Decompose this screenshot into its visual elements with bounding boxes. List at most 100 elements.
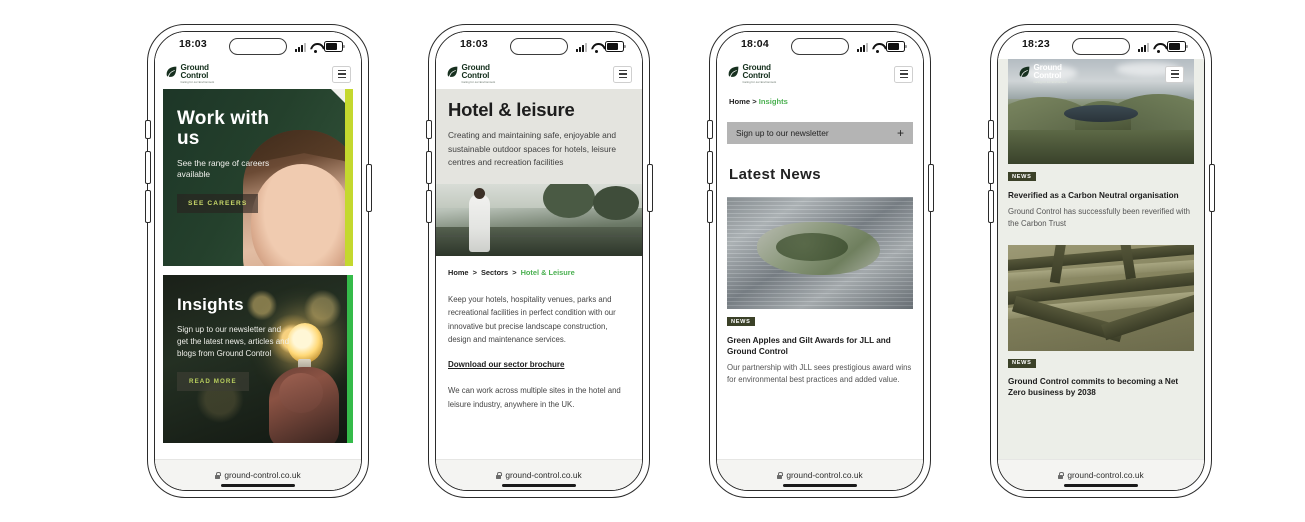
- aerial-rooftop-garden-photo[interactable]: [727, 197, 913, 309]
- volume-up-button[interactable]: [144, 151, 151, 184]
- battery-icon: [324, 41, 345, 52]
- dynamic-island: [229, 38, 287, 55]
- power-button[interactable]: [646, 164, 653, 212]
- home-indicator[interactable]: [783, 484, 857, 487]
- silent-switch-button[interactable]: [987, 120, 994, 139]
- download-brochure-link[interactable]: Download our sector brochure: [448, 360, 564, 369]
- url-text: ground-control.co.uk: [1067, 470, 1144, 480]
- rooftop-garden-shape: [756, 221, 880, 276]
- browser-url-bar[interactable]: ground-control.co.uk: [155, 459, 361, 490]
- volume-up-button[interactable]: [987, 151, 994, 184]
- ground-control-logo[interactable]: Ground Control Caring for our Environmen…: [446, 63, 496, 85]
- hamburger-menu-icon[interactable]: [613, 65, 632, 83]
- hamburger-menu-icon[interactable]: [894, 65, 913, 83]
- body-paragraph-1: Keep your hotels, hospitality venues, pa…: [448, 294, 616, 345]
- article-title[interactable]: Green Apples and Gilt Awards for JLL and…: [727, 335, 913, 357]
- logo-line-2: Control: [180, 71, 209, 81]
- signal-bars-icon: [576, 43, 587, 52]
- bridge-rail: [436, 235, 642, 238]
- home-indicator[interactable]: [221, 484, 295, 487]
- status-bar: 18:03: [436, 32, 642, 59]
- power-button[interactable]: [927, 164, 934, 212]
- volume-down-button[interactable]: [144, 190, 151, 223]
- phone-screen-bezel: 18:03 Ground Control Caring for our Envi…: [435, 31, 643, 491]
- site-header: Ground Control Caring for our Environmen…: [717, 59, 923, 89]
- breadcrumb-current: Insights: [758, 97, 788, 106]
- site-header: Ground Control Caring for our Environmen…: [1008, 59, 1194, 89]
- wifi-icon: [591, 43, 602, 53]
- bridge-layer: [436, 227, 642, 256]
- lime-accent-bar: [345, 89, 353, 266]
- volume-up-button[interactable]: [706, 151, 713, 184]
- home-indicator[interactable]: [1064, 484, 1138, 487]
- volume-down-button[interactable]: [425, 190, 432, 223]
- battery-icon: [1167, 41, 1188, 52]
- newsletter-label: Sign up to our newsletter: [736, 128, 829, 138]
- article-title[interactable]: Ground Control commits to becoming a Net…: [1008, 376, 1194, 398]
- status-time: 18:23: [1022, 38, 1050, 50]
- ground-control-logo[interactable]: Ground Control Caring for our Environmen…: [727, 63, 776, 85]
- phone-screen-4: 18:23 Ground Control Caring for our Envi…: [998, 32, 1204, 490]
- volume-down-button[interactable]: [706, 190, 713, 223]
- status-bar: 18:23: [998, 32, 1204, 59]
- see-careers-button[interactable]: SEE CAREERS: [177, 193, 259, 213]
- screenshot-stage: 18:03 Ground Control Caring for our Envi…: [0, 0, 1305, 522]
- volume-up-button[interactable]: [425, 151, 432, 184]
- logo-text: Ground Control Caring for our Environmen…: [180, 63, 215, 85]
- phone-mockup-3: 18:04 Ground Control Caring for our Envi…: [706, 24, 934, 498]
- ground-control-logo[interactable]: Ground Control Caring for our Environmen…: [1018, 63, 1068, 85]
- browser-url-bar[interactable]: ground-control.co.uk: [436, 459, 642, 490]
- breadcrumb-sectors[interactable]: Sectors: [481, 268, 508, 277]
- hero-card-work-with-us[interactable]: Work with us See the range of careers av…: [163, 89, 353, 266]
- tree-shape: [592, 185, 639, 220]
- leaf-logo-icon: [166, 66, 177, 77]
- page-intro: Creating and maintaining safe, enjoyable…: [448, 130, 617, 168]
- hero-subtitle: See the range of careers available: [177, 157, 270, 180]
- phone-screen-2: 18:03 Ground Control Caring for our Envi…: [436, 32, 642, 490]
- home-indicator[interactable]: [502, 484, 576, 487]
- logo-text: Ground Control Caring for our Environmen…: [1034, 63, 1068, 85]
- battery-icon: [886, 41, 907, 52]
- browser-url-bar[interactable]: ground-control.co.uk: [717, 459, 923, 490]
- silent-switch-button[interactable]: [144, 120, 151, 139]
- logo-line-2: Control: [461, 71, 490, 81]
- logo-tagline: Caring for our Environment: [461, 80, 496, 84]
- volume-down-button[interactable]: [987, 190, 994, 223]
- plus-icon[interactable]: +: [897, 127, 904, 139]
- sector-header-block: Hotel & leisure Creating and maintaining…: [436, 89, 642, 184]
- web-page-2: Ground Control Caring for our Environmen…: [436, 59, 642, 459]
- insights-title: Insights: [177, 295, 244, 314]
- web-page-4: Ground Control Caring for our Environmen…: [998, 59, 1204, 459]
- leaf-logo-icon: [728, 66, 739, 77]
- hamburger-menu-icon[interactable]: [1165, 65, 1184, 83]
- green-accent-bar: [347, 275, 353, 443]
- hamburger-menu-icon[interactable]: [332, 65, 351, 83]
- breadcrumb-home[interactable]: Home: [729, 97, 750, 106]
- newsletter-signup-bar[interactable]: Sign up to our newsletter +: [727, 122, 913, 144]
- breadcrumb-home[interactable]: Home: [448, 268, 469, 277]
- silent-switch-button[interactable]: [425, 120, 432, 139]
- phone-screen-bezel: 18:03 Ground Control Caring for our Envi…: [154, 31, 362, 491]
- browser-url-bar[interactable]: ground-control.co.uk: [998, 459, 1204, 490]
- status-time: 18:04: [741, 38, 769, 50]
- ground-control-logo[interactable]: Ground Control Caring for our Environmen…: [165, 63, 215, 85]
- article-description: Ground Control has successfully been rev…: [1008, 206, 1191, 229]
- status-icons: [857, 39, 907, 53]
- power-button[interactable]: [365, 164, 372, 212]
- silent-switch-button[interactable]: [706, 120, 713, 139]
- logo-text: Ground Control Caring for our Environmen…: [461, 63, 496, 85]
- read-more-button[interactable]: READ MORE: [177, 372, 249, 391]
- signal-bars-icon: [295, 43, 306, 52]
- lake-water: [1063, 105, 1139, 122]
- hero-card-insights[interactable]: Insights Sign up to our newsletter and g…: [163, 275, 353, 443]
- lock-icon: [496, 471, 503, 479]
- article-1-media[interactable]: Ground Control Caring for our Environmen…: [1008, 59, 1194, 164]
- phone-screen-bezel: 18:23 Ground Control Caring for our Envi…: [997, 31, 1205, 491]
- phone-screen-3: 18:04 Ground Control Caring for our Envi…: [717, 32, 923, 490]
- hedge-maze-photo[interactable]: [1008, 244, 1194, 351]
- status-icons: [1138, 39, 1188, 53]
- article-title[interactable]: Reverified as a Carbon Neutral organisat…: [1008, 190, 1194, 201]
- power-button[interactable]: [1208, 164, 1215, 212]
- wifi-icon: [872, 43, 883, 53]
- breadcrumb: Home > Insights: [717, 89, 923, 106]
